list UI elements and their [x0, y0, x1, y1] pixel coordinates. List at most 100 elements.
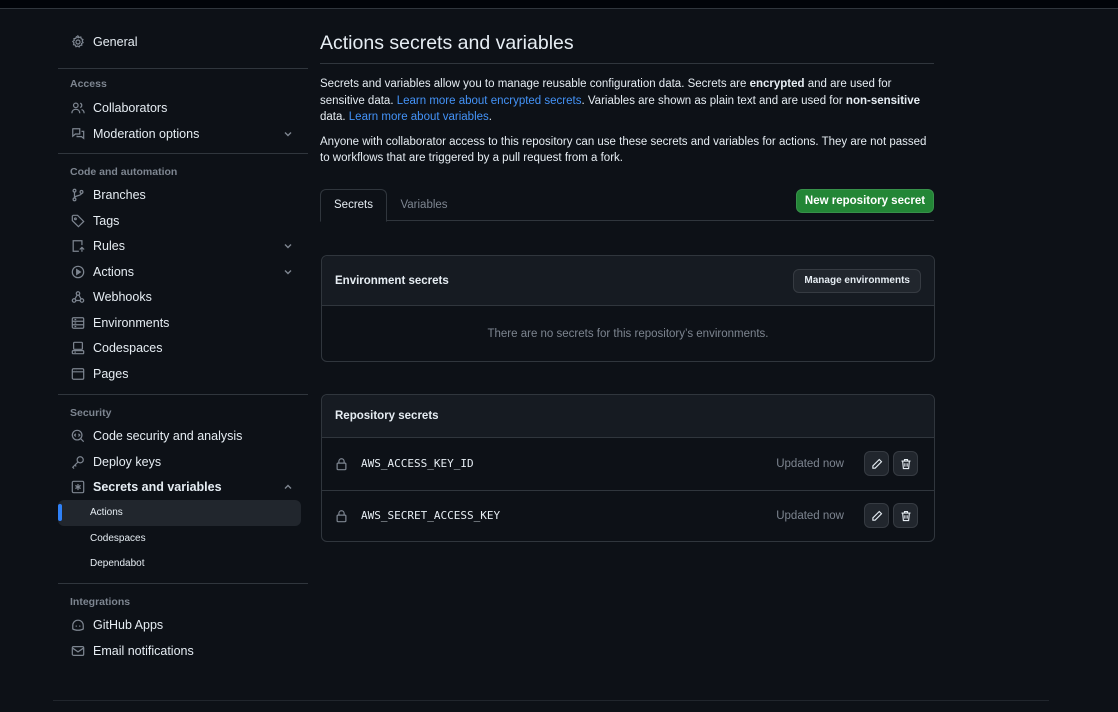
- footer-divider: [53, 700, 1049, 701]
- sidebar-item-label: GitHub Apps: [93, 618, 164, 633]
- sidebar-item-environments[interactable]: Environments: [58, 310, 308, 336]
- tab-variables[interactable]: Variables: [390, 189, 458, 221]
- sidebar-item-label: Collaborators: [93, 101, 168, 116]
- top-header-edge: [0, 0, 1118, 9]
- server-icon: [70, 315, 86, 331]
- environment-secrets-empty-message: There are no secrets for this repository…: [487, 328, 769, 340]
- environment-secrets-title: Environment secrets: [335, 274, 449, 287]
- environment-secrets-header: Environment secrets Manage environments: [322, 256, 934, 306]
- desc-text: Secrets and variables allow you to manag…: [320, 78, 750, 90]
- sidebar-item-label: Pages: [93, 366, 129, 381]
- desc-text: data.: [320, 111, 349, 123]
- key-icon: [70, 454, 86, 470]
- delete-secret-button[interactable]: [893, 503, 918, 529]
- sidebar-subitem-label: Codespaces: [90, 532, 146, 544]
- settings-sidebar: General Access Collaborators Moderation …: [58, 28, 308, 664]
- sidebar-item-label: Tags: [93, 213, 120, 228]
- sidebar-item-webhooks[interactable]: Webhooks: [58, 285, 308, 311]
- tag-icon: [70, 213, 86, 229]
- sidebar-divider: [58, 67, 308, 69]
- git-branch-icon: [70, 187, 86, 203]
- sidebar-item-actions[interactable]: Actions: [58, 259, 308, 285]
- secret-name: AWS_ACCESS_KEY_ID: [361, 457, 474, 471]
- sidebar-item-rules[interactable]: Rules: [58, 234, 308, 260]
- secret-row: AWS_ACCESS_KEY_ID Updated now: [322, 438, 934, 490]
- sidebar-item-label: Rules: [93, 239, 125, 254]
- edit-secret-button[interactable]: [864, 503, 889, 529]
- environment-secrets-panel: Environment secrets Manage environments …: [321, 255, 935, 362]
- sidebar-item-label: Moderation options: [93, 126, 200, 141]
- pencil-icon: [871, 458, 883, 470]
- sidebar-section-security: Security: [70, 406, 112, 419]
- sidebar-divider: [58, 582, 308, 584]
- chevron-down-icon: [282, 266, 294, 278]
- browser-icon: [70, 366, 86, 382]
- desc-text: . Variables are shown as plain text and …: [581, 94, 846, 107]
- sidebar-item-codespaces[interactable]: Codespaces: [58, 336, 308, 362]
- comment-discussion-icon: [70, 126, 86, 142]
- people-icon: [70, 100, 86, 116]
- chevron-down-icon: [282, 128, 294, 140]
- desc-text: .: [488, 111, 492, 123]
- secrets-tabs: Secrets Variables New repository secret: [320, 188, 934, 222]
- page-title: Actions secrets and variables: [320, 28, 934, 64]
- repository-secrets-header: Repository secrets: [322, 395, 934, 438]
- sidebar-item-github-apps[interactable]: GitHub Apps: [58, 613, 308, 639]
- gear-icon: [70, 34, 86, 50]
- repository-secrets-title: Repository secrets: [335, 410, 439, 422]
- new-repository-secret-button[interactable]: New repository secret: [796, 188, 934, 213]
- pencil-icon: [871, 510, 883, 522]
- sidebar-item-label: Webhooks: [93, 290, 152, 305]
- sidebar-item-label: Codespaces: [93, 341, 163, 356]
- sidebar-item-email-notifications[interactable]: Email notifications: [58, 638, 308, 664]
- collaborator-note: Anyone with collaborator access to this …: [320, 135, 927, 165]
- sidebar-subitem-dependabot[interactable]: Dependabot: [58, 551, 308, 577]
- manage-environments-button[interactable]: Manage environments: [793, 268, 921, 293]
- sidebar-item-branches[interactable]: Branches: [58, 183, 308, 209]
- trash-icon: [900, 510, 912, 522]
- sidebar-item-label: Environments: [93, 315, 170, 330]
- secret-row: AWS_SECRET_ACCESS_KEY Updated now: [322, 489, 934, 542]
- copilot-apps-icon: [70, 617, 86, 633]
- repository-secrets-panel: Repository secrets AWS_ACCESS_KEY_ID Upd…: [321, 394, 935, 542]
- sidebar-item-label: Code security and analysis: [93, 429, 243, 444]
- sidebar-item-pages[interactable]: Pages: [58, 361, 308, 387]
- desc-bold: non-sensitive: [845, 94, 921, 107]
- sidebar-item-label: Deploy keys: [93, 454, 162, 469]
- webhook-icon: [70, 289, 86, 305]
- sidebar-item-collaborators[interactable]: Collaborators: [58, 96, 308, 122]
- sidebar-item-general[interactable]: General: [58, 29, 308, 55]
- repo-push-icon: [70, 238, 86, 254]
- mail-icon: [70, 643, 86, 659]
- delete-secret-button[interactable]: [893, 451, 918, 477]
- sidebar-item-moderation[interactable]: Moderation options: [58, 121, 308, 147]
- sidebar-item-secrets-variables[interactable]: Secrets and variables: [58, 475, 308, 501]
- sidebar-subitem-label: Actions: [90, 507, 123, 519]
- sidebar-item-label: Email notifications: [93, 643, 194, 658]
- codescan-icon: [70, 428, 86, 444]
- sidebar-section-integrations: Integrations: [70, 595, 131, 608]
- sidebar-subitem-codespaces[interactable]: Codespaces: [58, 526, 308, 552]
- sidebar-section-code-automation: Code and automation: [70, 165, 178, 178]
- sidebar-divider: [58, 393, 308, 395]
- sidebar-item-code-security[interactable]: Code security and analysis: [58, 424, 308, 450]
- sidebar-item-tags[interactable]: Tags: [58, 208, 308, 234]
- learn-encrypted-secrets-link[interactable]: Learn more about encrypted secrets: [397, 95, 582, 107]
- desc-bold: encrypted: [749, 78, 805, 90]
- secret-name: AWS_SECRET_ACCESS_KEY: [361, 509, 501, 523]
- asterisk-icon: [70, 479, 86, 495]
- learn-variables-link[interactable]: Learn more about variables: [349, 111, 489, 123]
- main-content: Actions secrets and variables Secrets an…: [320, 28, 934, 222]
- sidebar-item-label: Branches: [93, 188, 146, 203]
- sidebar-item-deploy-keys[interactable]: Deploy keys: [58, 449, 308, 475]
- tab-secrets[interactable]: Secrets: [320, 188, 387, 222]
- lock-icon: [335, 457, 349, 471]
- chevron-down-icon: [282, 240, 294, 252]
- sidebar-item-label: Secrets and variables: [93, 480, 222, 495]
- secret-updated-time: Updated now: [776, 457, 844, 470]
- sidebar-item-label: General: [93, 34, 138, 49]
- sidebar-subitem-actions[interactable]: Actions: [58, 500, 301, 526]
- edit-secret-button[interactable]: [864, 451, 889, 477]
- play-icon: [70, 264, 86, 280]
- sidebar-divider: [58, 152, 308, 154]
